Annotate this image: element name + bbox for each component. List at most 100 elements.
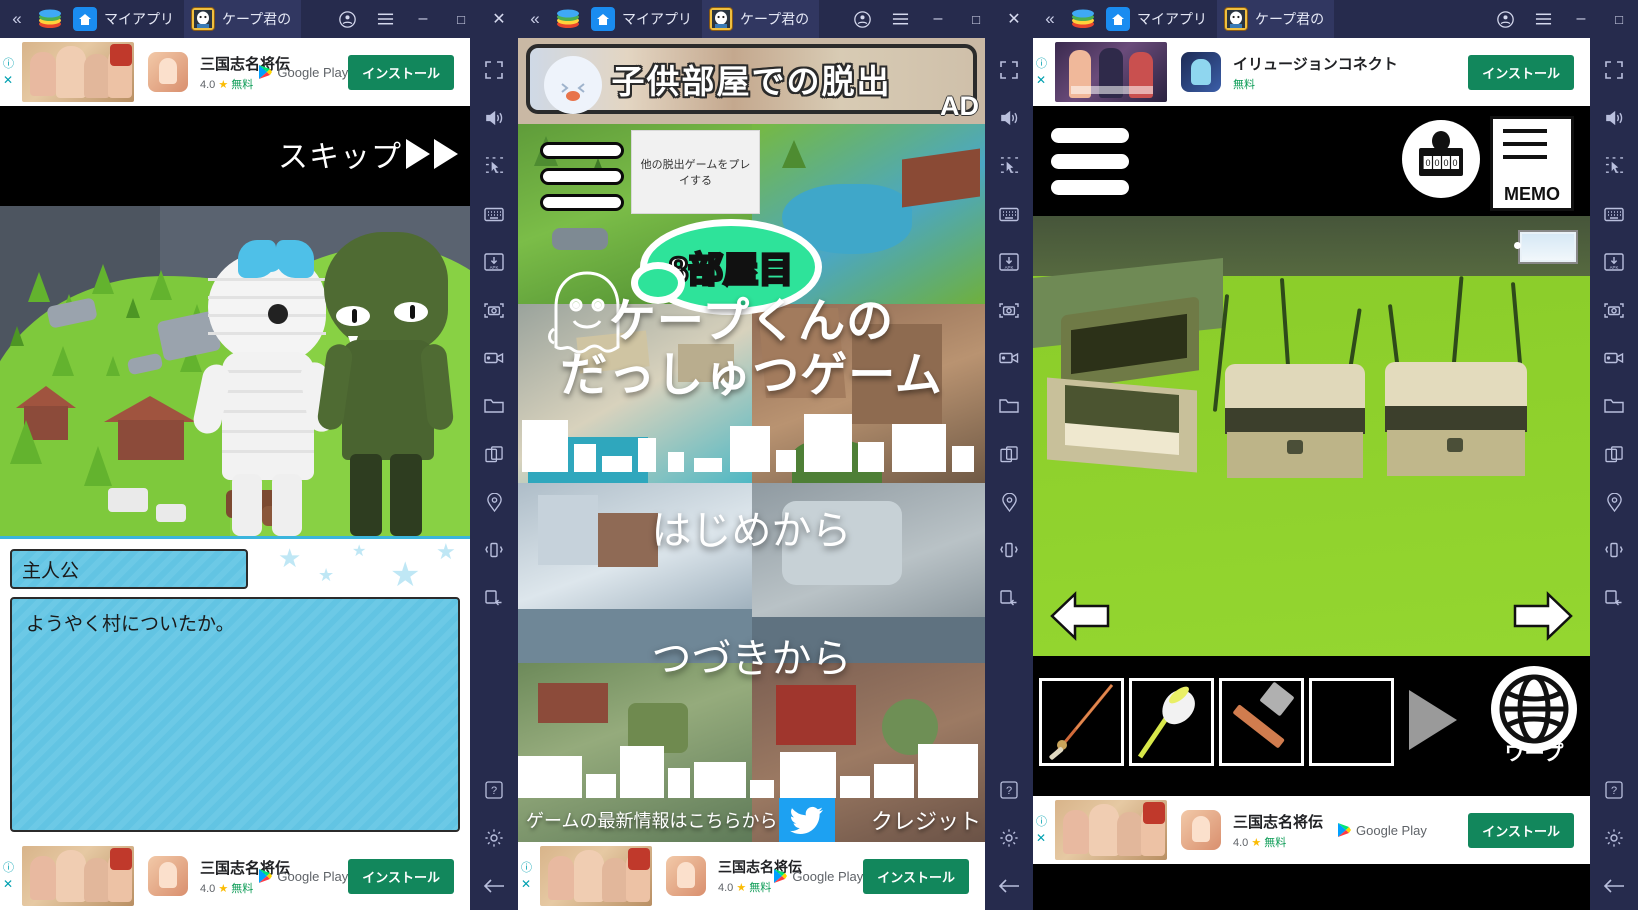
skip-button-1[interactable]: スキップ: [278, 132, 462, 176]
keymapping-icon-2[interactable]: [989, 190, 1029, 238]
tab-game-1[interactable]: ケープ君の: [184, 0, 302, 38]
screenshot-icon-3[interactable]: [1594, 286, 1634, 334]
tab-my-apps-2[interactable]: マイアプリ: [584, 0, 702, 38]
hamburger-menu-icon-2[interactable]: [881, 0, 919, 38]
location-icon-2[interactable]: [989, 478, 1029, 526]
multi-instance-pointer-icon-1[interactable]: [474, 142, 514, 190]
fullscreen-icon-3[interactable]: [1594, 46, 1634, 94]
treasure-chest-closed-1[interactable]: [1225, 364, 1365, 480]
volume-icon-1[interactable]: [474, 94, 514, 142]
screenshot-icon-2[interactable]: [989, 286, 1029, 334]
combination-lock-icon-3[interactable]: 00 00: [1402, 120, 1480, 198]
warp-button-3[interactable]: ワープ: [1486, 666, 1582, 765]
install-button-2[interactable]: インストール: [863, 858, 969, 894]
inventory-slot-fishing-rod[interactable]: [1039, 678, 1124, 766]
tab-my-apps-1[interactable]: マイアプリ: [66, 0, 184, 38]
game-scene-1[interactable]: [0, 206, 470, 536]
minimize-button-3[interactable]: –: [1562, 0, 1600, 38]
ad-close-icon-b3[interactable]: ✕: [1036, 832, 1046, 845]
install-apk-icon-1[interactable]: APK: [474, 238, 514, 286]
multi-instance-manager-icon-1[interactable]: [474, 430, 514, 478]
screen-record-icon-2[interactable]: [989, 334, 1029, 382]
maximize-button-2[interactable]: □: [957, 0, 995, 38]
ad-info-icon-1[interactable]: ⓘ: [3, 58, 14, 71]
credits-button-2[interactable]: クレジット: [871, 804, 981, 836]
back-icon-3[interactable]: [1594, 862, 1634, 910]
keymapping-icon-1[interactable]: [474, 190, 514, 238]
inventory-slot-empty[interactable]: [1309, 678, 1394, 766]
emulator-screen-3[interactable]: ⓘ ✕ イリュージョンコネクト 無料 インストール 0 0 0 0 MEMO ワ…: [1033, 38, 1590, 910]
bottom-ad-banner-1[interactable]: ⓘ ✕ 三国志名将伝 4.0 ★ 無料 Google Play インストール: [0, 842, 470, 910]
multi-instance-manager-icon-2[interactable]: [989, 430, 1029, 478]
twitter-bird-icon-2[interactable]: [779, 798, 836, 842]
account-circle-icon-1[interactable]: [328, 0, 366, 38]
other-games-tooltip-2[interactable]: 他の脱出ゲームをプレイする: [631, 130, 760, 214]
settings-gear-icon-1[interactable]: [474, 814, 514, 862]
nav-left-button-3[interactable]: [1049, 591, 1111, 646]
location-icon-1[interactable]: [474, 478, 514, 526]
maximize-button-1[interactable]: □: [442, 0, 480, 38]
dialogue-panel-1[interactable]: ★ ★ ★ ★ ★ 主人公 ようやく村についたか。: [0, 536, 470, 842]
tab-game-2[interactable]: ケープ君の: [702, 0, 820, 38]
treasure-chest-closed-2[interactable]: [1385, 362, 1527, 478]
screenshot-icon-1[interactable]: [474, 286, 514, 334]
minimize-button-2[interactable]: –: [919, 0, 957, 38]
collapse-sidebar-button-1[interactable]: «: [0, 0, 34, 38]
shake-icon-3[interactable]: [1594, 526, 1634, 574]
ad-info-icon-b1[interactable]: ⓘ: [3, 862, 14, 875]
tab-my-apps-3[interactable]: マイアプリ: [1099, 0, 1217, 38]
volume-icon-3[interactable]: [1594, 94, 1634, 142]
minimap-icon-3[interactable]: [1514, 230, 1578, 264]
ad-close-icon-2[interactable]: ✕: [521, 878, 531, 891]
maximize-button-3[interactable]: □: [1600, 0, 1638, 38]
emulator-screen-2[interactable]: 子供部屋での脱出 AD 他の脱出ゲームをプレイする 8部屋目 ケープくんの だっ…: [518, 38, 985, 910]
multi-instance-pointer-icon-3[interactable]: [1594, 142, 1634, 190]
install-button-1[interactable]: インストール: [348, 54, 454, 90]
close-button-2[interactable]: ✕: [995, 0, 1033, 38]
game-scene-3[interactable]: [1033, 216, 1590, 656]
location-icon-3[interactable]: [1594, 478, 1634, 526]
hamburger-menu-icon-3[interactable]: [1524, 0, 1562, 38]
bottom-ad-banner-2[interactable]: ⓘ ✕ 三国志名将伝 4.0 ★ 無料 Google Play インストール: [518, 842, 985, 910]
ad-close-icon-3[interactable]: ✕: [1036, 74, 1046, 87]
account-circle-icon-3[interactable]: [1486, 0, 1524, 38]
fullscreen-icon-1[interactable]: [474, 46, 514, 94]
help-icon-2[interactable]: ?: [989, 766, 1029, 814]
title-screen-2[interactable]: 他の脱出ゲームをプレイする 8部屋目 ケープくんの だっしゅつゲーム はじめから…: [518, 124, 985, 842]
media-folder-icon-1[interactable]: [474, 382, 514, 430]
ad-info-icon-2[interactable]: ⓘ: [521, 862, 532, 875]
keymapping-icon-3[interactable]: [1594, 190, 1634, 238]
tab-game-3[interactable]: ケープ君の: [1217, 0, 1335, 38]
help-icon-3[interactable]: ?: [1594, 766, 1634, 814]
ad-info-icon-b3[interactable]: ⓘ: [1036, 816, 1047, 829]
media-folder-icon-3[interactable]: [1594, 382, 1634, 430]
menu-button-2[interactable]: [540, 142, 624, 220]
rotate-icon-3[interactable]: [1594, 574, 1634, 622]
screen-record-icon-1[interactable]: [474, 334, 514, 382]
inventory-slot-hammer[interactable]: [1219, 678, 1304, 766]
account-circle-icon-2[interactable]: [843, 0, 881, 38]
multi-instance-pointer-icon-2[interactable]: [989, 142, 1029, 190]
collapse-sidebar-button-2[interactable]: «: [518, 0, 552, 38]
back-icon-2[interactable]: [989, 862, 1029, 910]
news-link-2[interactable]: ゲームの最新情報はこちらから: [526, 807, 777, 833]
help-icon-1[interactable]: ?: [474, 766, 514, 814]
top-ad-banner-1[interactable]: ⓘ ✕ 三国志名将伝 4.0 ★ 無料 Google Play インストール: [0, 38, 470, 106]
continue-button-2[interactable]: つづきから: [518, 612, 985, 698]
minimize-button-1[interactable]: –: [404, 0, 442, 38]
treasure-chest-open[interactable]: [1043, 296, 1213, 476]
menu-button-3[interactable]: [1051, 128, 1129, 206]
multi-instance-manager-icon-3[interactable]: [1594, 430, 1634, 478]
screen-record-icon-3[interactable]: [1594, 334, 1634, 382]
settings-gear-icon-2[interactable]: [989, 814, 1029, 862]
shake-icon-2[interactable]: [989, 526, 1029, 574]
new-game-button-2[interactable]: はじめから: [518, 484, 985, 570]
shake-icon-1[interactable]: [474, 526, 514, 574]
back-icon-1[interactable]: [474, 862, 514, 910]
media-folder-icon-2[interactable]: [989, 382, 1029, 430]
dialogue-text-box-1[interactable]: ようやく村についたか。: [10, 597, 460, 832]
install-apk-icon-3[interactable]: APK: [1594, 238, 1634, 286]
collapse-sidebar-button-3[interactable]: «: [1033, 0, 1067, 38]
settings-gear-icon-3[interactable]: [1594, 814, 1634, 862]
inventory-slot-butterfly-net[interactable]: [1129, 678, 1214, 766]
